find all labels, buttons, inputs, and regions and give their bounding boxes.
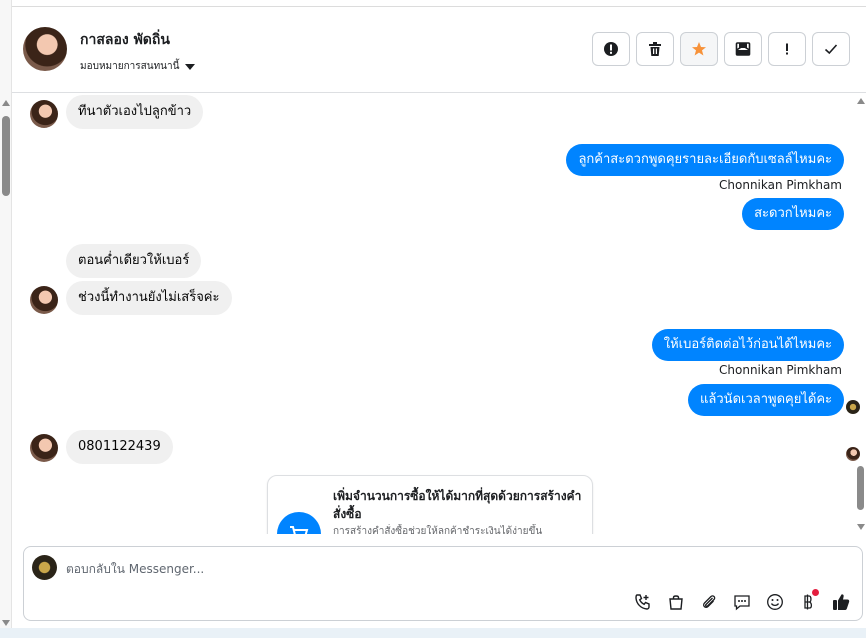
create-order-card[interactable]: เพิ่มจำนวนการซื้อให้ได้มากที่สุดด้วยการส… [267, 475, 593, 534]
scroll-up-arrow[interactable] [2, 100, 10, 106]
star-button[interactable] [680, 32, 718, 66]
check-icon [824, 44, 838, 55]
customer-avatar[interactable] [30, 286, 58, 314]
spam-icon [604, 42, 618, 56]
message-bubble[interactable]: สะดวกไหมคะ [742, 198, 844, 230]
emoji-icon[interactable] [764, 591, 786, 613]
phone-plus-icon[interactable] [632, 591, 654, 613]
message-thread[interactable]: ทีนาตัวเองไปลูกข้าว ลูกค้าสะดวกพูดคุยราย… [12, 94, 866, 534]
mark-unread-button[interactable] [724, 32, 762, 66]
customer-avatar[interactable] [30, 434, 58, 462]
assign-label: มอบหมายการสนทนานี้ [80, 61, 180, 72]
follow-up-icon [786, 43, 788, 55]
message-bubble[interactable]: แล้วนัดเวลาพูดคุยได้คะ [688, 384, 844, 416]
scroll-down-arrow[interactable] [2, 620, 10, 626]
agent-name: Chonnikan Pimkham [719, 363, 842, 377]
assign-conversation-dropdown[interactable]: มอบหมายการสนทนานี้ [80, 59, 196, 74]
cart-icon [277, 512, 321, 534]
window-bottom-strip [0, 628, 866, 638]
scroll-down-arrow[interactable] [857, 524, 865, 530]
message-bubble[interactable]: ช่วงนี้ทำงานยังไม่เสร็จค่ะ [66, 281, 232, 315]
order-card-title: เพิ่มจำนวนการซื้อให้ได้มากที่สุดด้วยการส… [333, 489, 582, 521]
scroll-up-arrow[interactable] [857, 98, 865, 104]
paperclip-icon[interactable] [698, 591, 720, 613]
trash-icon [649, 42, 661, 56]
message-composer [23, 546, 863, 621]
contact-avatar[interactable] [23, 27, 67, 71]
star-icon [692, 42, 706, 56]
baht-icon[interactable] [797, 589, 819, 613]
message-bubble[interactable]: ให้เบอร์ติดต่อไว้ก่อนได้ไหมคะ [651, 329, 844, 361]
thread-scrollbar[interactable] [856, 94, 866, 534]
message-bubble[interactable]: ทีนาตัวเองไปลูกข้าว [66, 95, 204, 129]
left-scrollbar[interactable] [0, 0, 12, 638]
message-bubble[interactable]: ลูกค้าสะดวกพูดคุยรายละเอียดกับเซลล์ไหมคะ [566, 144, 844, 176]
caret-down-icon [185, 63, 196, 70]
message-bubble[interactable]: 0801122439 [66, 430, 173, 464]
message-bubble[interactable]: ตอนค่ำเดียวให้เบอร์ [66, 244, 202, 278]
notification-dot [812, 589, 819, 596]
header-actions [592, 32, 850, 66]
conversation-header: กาสลอง พัดถิ่น มอบหมายการสนทนานี้ [12, 7, 866, 93]
scroll-thumb[interactable] [857, 466, 864, 510]
order-card-description: การสร้างคำสั่งซื้อช่วยให้ลูกค้าชำระเงินไ… [333, 526, 543, 534]
delete-button[interactable] [636, 32, 674, 66]
saved-replies-icon[interactable] [731, 591, 753, 613]
mark-unread-icon [735, 42, 751, 56]
spam-button[interactable] [592, 32, 630, 66]
conversation-panel: กาสลอง พัดถิ่น มอบหมายการสนทนานี้ ทีนาตั… [12, 6, 866, 632]
composer-tools [632, 589, 852, 613]
mark-done-button[interactable] [812, 32, 850, 66]
page-avatar [32, 555, 57, 580]
reply-input[interactable] [66, 557, 766, 581]
contact-name[interactable]: กาสลอง พัดถิ่น [80, 29, 170, 51]
customer-avatar[interactable] [30, 100, 58, 128]
agent-name: Chonnikan Pimkham [719, 178, 842, 192]
follow-up-button[interactable] [768, 32, 806, 66]
thumbs-up-icon[interactable] [830, 591, 852, 613]
shopping-bag-icon[interactable] [665, 591, 687, 613]
scroll-thumb[interactable] [2, 116, 10, 196]
